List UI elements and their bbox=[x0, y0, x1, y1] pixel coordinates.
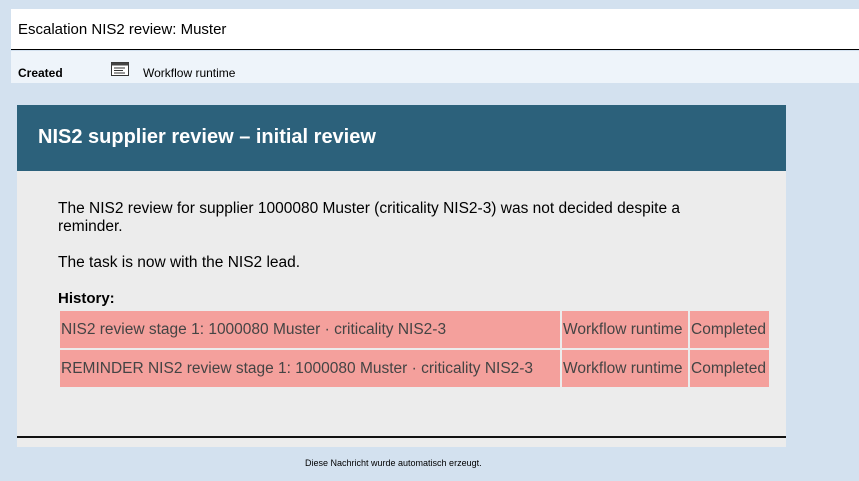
history-status: Completed bbox=[690, 311, 769, 348]
auto-generated-note: Diese Nachricht wurde automatisch erzeug… bbox=[305, 458, 482, 468]
table-row: REMINDER NIS2 review stage 1: 1000080 Mu… bbox=[60, 350, 769, 387]
email-body: NIS2 supplier review – initial review Th… bbox=[17, 105, 786, 447]
email-header: NIS2 supplier review – initial review bbox=[17, 105, 786, 171]
history-agent: Workflow runtime bbox=[562, 311, 688, 348]
email-heading: NIS2 supplier review – initial review bbox=[38, 126, 376, 148]
history-label: History: bbox=[58, 290, 115, 307]
history-task: REMINDER NIS2 review stage 1: 1000080 Mu… bbox=[60, 350, 560, 387]
email-paragraph: The NIS2 review for supplier 1000080 Mus… bbox=[58, 200, 681, 235]
workflow-window: Escalation NIS2 review: Muster Created W… bbox=[0, 0, 859, 481]
creator-name[interactable]: Workflow runtime bbox=[143, 66, 235, 80]
table-row: NIS2 review stage 1: 1000080 Muster · cr… bbox=[60, 311, 769, 348]
history-task: NIS2 review stage 1: 1000080 Muster · cr… bbox=[60, 311, 560, 348]
history-table: NIS2 review stage 1: 1000080 Muster · cr… bbox=[58, 309, 771, 389]
meta-row: Created Workflow runtime bbox=[11, 51, 859, 83]
history-status: Completed bbox=[690, 350, 769, 387]
note-icon[interactable] bbox=[111, 62, 129, 76]
history-agent: Workflow runtime bbox=[562, 350, 688, 387]
title-bar: Escalation NIS2 review: Muster bbox=[11, 9, 859, 50]
email-paragraph: The task is now with the NIS2 lead. bbox=[58, 254, 301, 271]
divider bbox=[17, 436, 786, 438]
status-label: Created bbox=[18, 66, 63, 80]
window-title: Escalation NIS2 review: Muster bbox=[18, 21, 227, 38]
